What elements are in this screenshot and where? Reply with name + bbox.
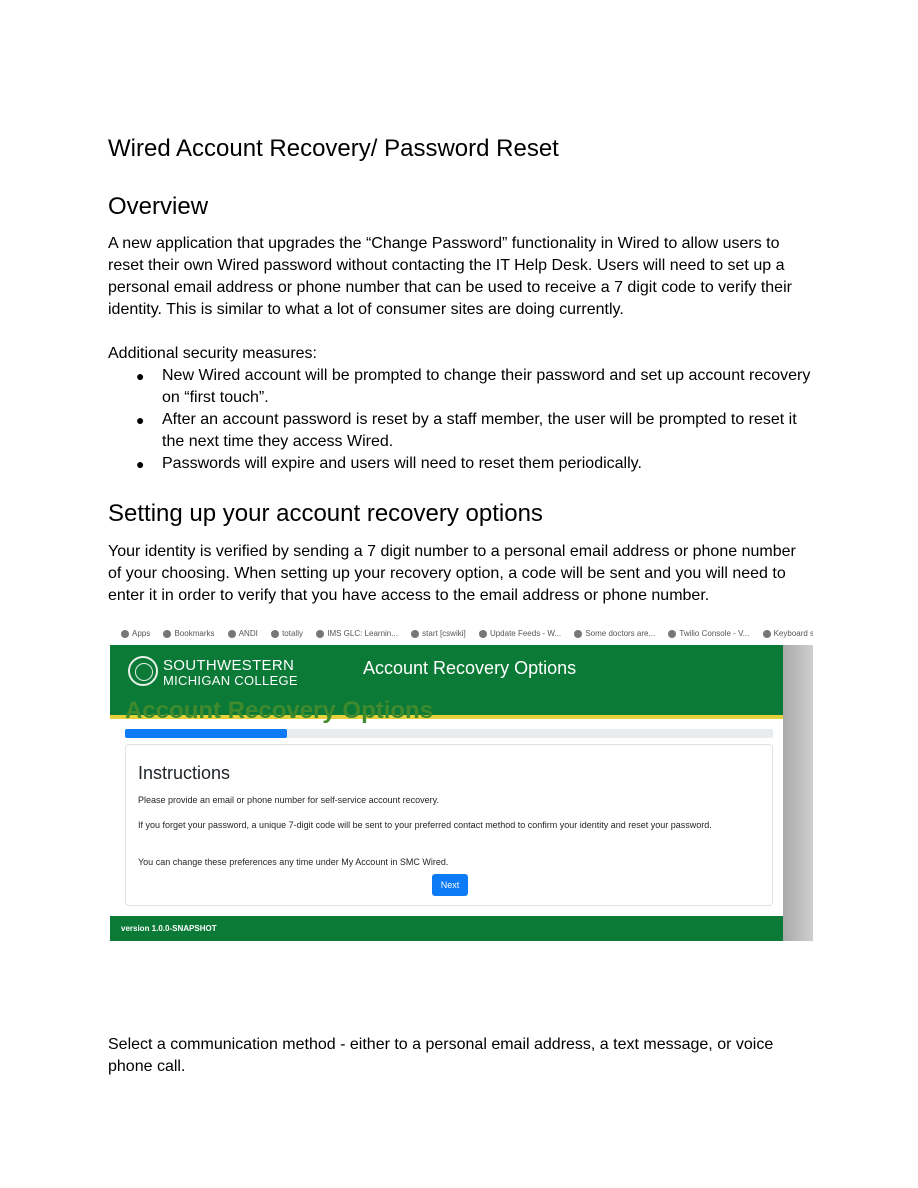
bookmark-label: totally bbox=[282, 629, 303, 638]
google-icon bbox=[478, 629, 487, 638]
apps-icon bbox=[121, 629, 129, 638]
globe-icon bbox=[574, 629, 583, 638]
bookmark-label: Bookmarks bbox=[174, 629, 215, 638]
scrollbar[interactable] bbox=[783, 645, 813, 941]
setup-heading: Setting up your account recovery options bbox=[108, 500, 543, 527]
bookmark-label: start [cswiki] bbox=[422, 629, 466, 638]
bookmark-label: Some doctors are... bbox=[585, 629, 656, 638]
bookmark-item[interactable]: IMS GLC: Learnin... bbox=[316, 627, 398, 641]
star-icon bbox=[163, 629, 172, 638]
overview-paragraph: A new application that upgrades the “Cha… bbox=[108, 235, 792, 318]
globe-icon bbox=[271, 629, 280, 638]
bookmark-item[interactable]: start [cswiki] bbox=[411, 627, 466, 641]
globe-icon bbox=[227, 629, 236, 638]
document-title: Wired Account Recovery/ Password Reset bbox=[108, 135, 559, 162]
bullet-icon: ● bbox=[136, 368, 145, 384]
bookmark-item[interactable]: Update Feeds - W... bbox=[478, 627, 562, 641]
bullet-icon: ● bbox=[136, 456, 145, 472]
setup-paragraph: Your identity is verified by sending a 7… bbox=[108, 543, 796, 604]
security-measures-list: ● New Wired account will be prompted to c… bbox=[108, 365, 813, 475]
list-item: ● New Wired account will be prompted to c… bbox=[108, 365, 813, 409]
bookmark-item[interactable]: Twilio Console - V... bbox=[668, 627, 749, 641]
security-intro: Additional security measures: bbox=[108, 345, 317, 362]
bookmark-item[interactable]: Keyboard sh bbox=[762, 627, 813, 641]
bookmark-item[interactable]: Apps bbox=[121, 627, 150, 641]
college-seal-icon bbox=[128, 656, 158, 686]
bookmark-label: Twilio Console - V... bbox=[679, 629, 750, 638]
bookmark-label: Update Feeds - W... bbox=[489, 629, 562, 638]
logo-text-line1: SOUTHWESTERN bbox=[163, 657, 295, 674]
list-item-text: After an account password is reset by a … bbox=[162, 411, 797, 450]
google-icon bbox=[762, 629, 771, 638]
progress-fill bbox=[125, 729, 287, 738]
card-heading: Instructions bbox=[138, 763, 231, 783]
list-item: ● Passwords will expire and users will ne… bbox=[108, 453, 813, 475]
embedded-screenshot: Apps Bookmarks ANDI totally IMS GLC: Lea… bbox=[110, 627, 813, 941]
bullet-icon: ● bbox=[136, 412, 145, 428]
next-button[interactable]: Next bbox=[432, 874, 468, 896]
globe-icon bbox=[411, 629, 420, 638]
app-footer: version 1.0.0-SNAPSHOT bbox=[110, 916, 783, 941]
bookmark-item[interactable]: Some doctors are... bbox=[574, 627, 655, 641]
header-title: Account Recovery Options bbox=[363, 658, 577, 678]
bookmark-label: ANDI bbox=[238, 629, 258, 638]
overview-heading: Overview bbox=[108, 193, 209, 220]
twilio-icon bbox=[668, 629, 677, 638]
page-title: Account Recovery Options bbox=[125, 697, 434, 724]
list-item-text: Passwords will expire and users will nee… bbox=[162, 455, 642, 472]
instruction-text: If you forget your password, a unique 7-… bbox=[138, 820, 712, 830]
list-item-text: New Wired account will be prompted to ch… bbox=[162, 367, 811, 406]
list-item: ● After an account password is reset by a… bbox=[108, 409, 813, 453]
bookmark-item[interactable]: Bookmarks bbox=[163, 627, 214, 641]
logo-text-line2: MICHIGAN COLLEGE bbox=[163, 673, 298, 688]
bookmark-label: Apps bbox=[132, 629, 151, 638]
bookmark-item[interactable]: totally bbox=[271, 627, 303, 641]
version-label: version 1.0.0-SNAPSHOT bbox=[121, 924, 217, 933]
instructions-card: Instructions Please provide an email or … bbox=[125, 744, 773, 906]
progress-bar bbox=[125, 729, 773, 738]
bookmark-label: Keyboard sh bbox=[773, 629, 813, 638]
bookmark-item[interactable]: ANDI bbox=[227, 627, 258, 641]
bookmarks-bar: Apps Bookmarks ANDI totally IMS GLC: Lea… bbox=[110, 627, 813, 645]
bookmark-label: IMS GLC: Learnin... bbox=[327, 629, 398, 638]
instruction-text: Please provide an email or phone number … bbox=[138, 795, 439, 805]
instruction-text: You can change these preferences any tim… bbox=[138, 857, 449, 867]
globe-icon bbox=[316, 629, 325, 638]
select-method-paragraph: Select a communication method - either t… bbox=[108, 1036, 774, 1075]
